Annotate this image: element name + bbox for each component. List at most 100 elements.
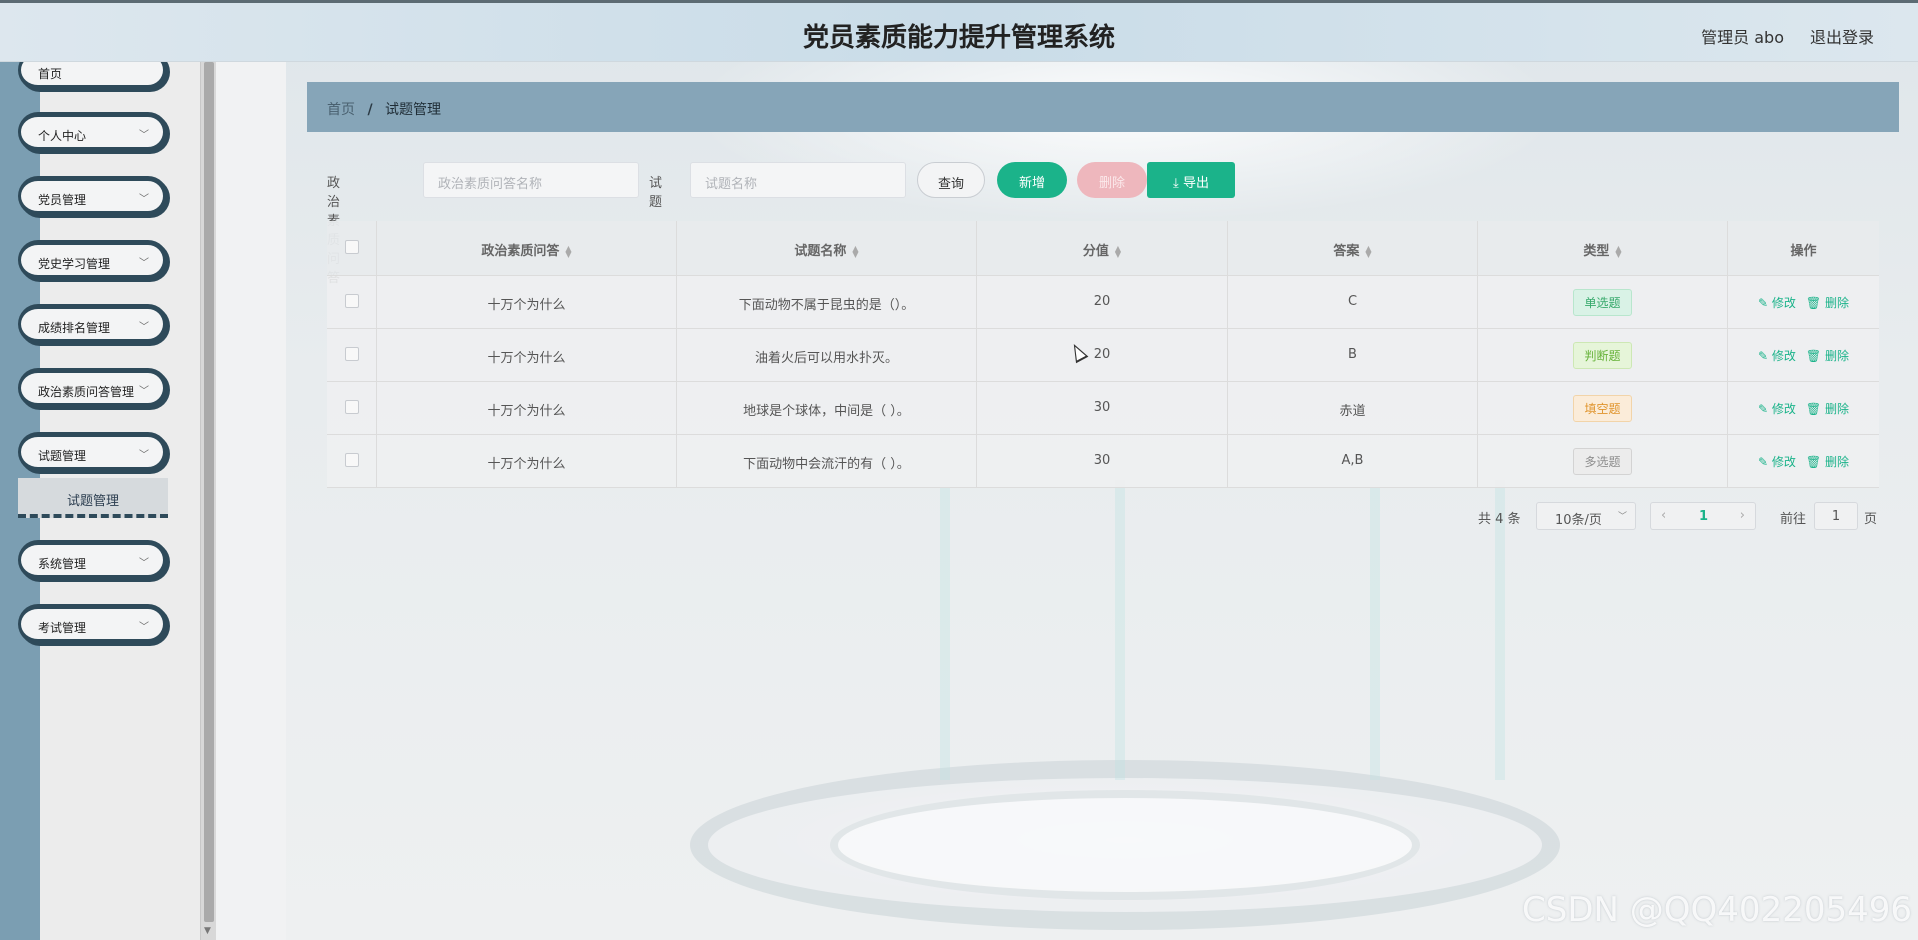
sidebar-item-score-ranking[interactable]: 成绩排名管理 ﹀ <box>18 304 168 344</box>
cell-actions: ✎ 修改 🗑 删除 <box>1728 382 1879 434</box>
cell-name: 地球是个球体，中间是（ ）。 <box>677 382 977 434</box>
export-label: 导出 <box>1182 176 1209 191</box>
cell-actions: ✎ 修改 🗑 删除 <box>1728 435 1879 487</box>
select-all-checkbox[interactable] <box>344 240 359 254</box>
cell-qa: 十万个为什么 <box>377 276 677 328</box>
bg-pillar <box>1370 480 1380 780</box>
edit-button[interactable]: ✎ 修改 <box>1758 349 1796 363</box>
sidebar-scrollbar[interactable]: ▼ <box>200 62 216 940</box>
prev-page-icon[interactable]: ‹ <box>1661 508 1666 523</box>
cell-type: 填空题 <box>1478 382 1728 434</box>
select-all-cell <box>327 221 377 275</box>
export-button[interactable]: ⤓ 导出 <box>1147 162 1235 198</box>
sidebar-item-member-management[interactable]: 党员管理 ﹀ <box>18 176 168 216</box>
sidebar-item-label: 个人中心 <box>38 129 87 143</box>
delete-row-button[interactable]: 🗑 删除 <box>1806 402 1849 416</box>
row-checkbox[interactable] <box>344 294 359 308</box>
sidebar-item-system-management[interactable]: 系统管理 ﹀ <box>18 540 168 580</box>
bg-platform-top <box>830 790 1420 900</box>
cell-name: 下面动物不属于昆虫的是（）。 <box>677 276 977 328</box>
column-header-qa[interactable]: 政治素质问答 ▲ ▼ <box>377 221 677 275</box>
cell-answer: B <box>1228 329 1478 381</box>
cell-type: 多选题 <box>1478 435 1728 487</box>
edit-button[interactable]: ✎ 修改 <box>1758 402 1796 416</box>
chevron-down-icon: ﹀ <box>139 386 149 397</box>
sidebar-item-label: 首页 <box>38 67 63 81</box>
table-row: 十万个为什么 下面动物不属于昆虫的是（）。 20 C 单选题 ✎ 修改 🗑 删除 <box>327 276 1879 329</box>
table-row: 十万个为什么 下面动物中会流汗的有（ ）。 30 A,B 多选题 ✎ 修改 🗑 删… <box>327 435 1879 488</box>
delete-button[interactable]: 删除 <box>1077 162 1147 198</box>
bg-pillar <box>1115 480 1125 780</box>
question-filter-label: 试题 <box>649 176 663 210</box>
sort-icon[interactable]: ▲ ▼ <box>565 244 571 258</box>
cell-qa: 十万个为什么 <box>377 435 677 487</box>
type-tag: 判断题 <box>1573 342 1632 369</box>
cell-actions: ✎ 修改 🗑 删除 <box>1728 276 1879 328</box>
sidebar-item-label: 党史学习管理 <box>38 257 111 271</box>
query-button[interactable]: 查询 <box>917 162 985 198</box>
current-page[interactable]: 1 <box>1699 509 1708 524</box>
chevron-down-icon: ﹀ <box>139 258 149 269</box>
cell-qa: 十万个为什么 <box>377 382 677 434</box>
current-user: 管理员 abo <box>1701 28 1784 47</box>
content-left-strip <box>216 62 286 940</box>
type-tag: 填空题 <box>1573 395 1632 422</box>
trash-icon: 🗑 <box>1805 455 1822 469</box>
edit-button[interactable]: ✎ 修改 <box>1758 455 1796 469</box>
pager-controls: ‹ 1 › <box>1650 502 1756 530</box>
chevron-down-icon: ﹀ <box>139 622 149 633</box>
table-row: 十万个为什么 地球是个球体，中间是（ ）。 30 赤道 填空题 ✎ 修改 🗑 删除 <box>327 382 1879 435</box>
cell-score: 30 <box>977 382 1228 434</box>
scroll-down-arrow-icon[interactable]: ▼ <box>204 926 211 936</box>
sort-icon[interactable]: ▲ ▼ <box>1115 244 1121 258</box>
sidebar-item-label: 成绩排名管理 <box>38 321 111 335</box>
top-header: 党员素质能力提升管理系统 管理员 abo 退出登录 <box>0 0 1918 62</box>
sidebar-item-label: 试题管理 <box>38 449 87 463</box>
add-button[interactable]: 新增 <box>997 162 1067 198</box>
cell-name: 油着火后可以用水扑灭。 <box>677 329 977 381</box>
row-checkbox[interactable] <box>344 347 359 361</box>
column-header-type[interactable]: 类型 ▲ ▼ <box>1478 221 1728 275</box>
edit-icon: ✎ <box>1758 296 1769 310</box>
delete-row-button[interactable]: 🗑 删除 <box>1806 296 1849 310</box>
row-select-cell <box>327 276 377 328</box>
sidebar-item-party-history[interactable]: 党史学习管理 ﹀ <box>18 240 168 280</box>
edit-icon: ✎ <box>1758 349 1769 363</box>
total-count: 共 4 条 <box>1478 512 1521 527</box>
qa-search-input[interactable]: 政治素质问答名称 <box>423 162 639 198</box>
column-header-answer[interactable]: 答案 ▲ ▼ <box>1228 221 1478 275</box>
goto-page-input[interactable]: 1 <box>1814 502 1858 530</box>
breadcrumb-separator: / <box>367 102 373 118</box>
scrollbar-thumb[interactable] <box>204 62 214 922</box>
sidebar-item-political-qa[interactable]: 政治素质问答管理 ﹀ <box>18 368 168 408</box>
breadcrumb-home[interactable]: 首页 <box>327 102 355 118</box>
row-checkbox[interactable] <box>344 400 359 414</box>
download-icon: ⤓ <box>1173 176 1183 191</box>
breadcrumb: 首页 / 试题管理 <box>307 82 1899 132</box>
next-page-icon[interactable]: › <box>1740 508 1745 523</box>
sidebar-item-question-management[interactable]: 试题管理 ﹀ <box>18 432 168 472</box>
cell-score: 20 <box>977 329 1228 381</box>
row-checkbox[interactable] <box>344 453 359 467</box>
column-header-actions: 操作 <box>1790 244 1817 259</box>
sidebar-item-exam-management[interactable]: 考试管理 ﹀ <box>18 604 168 644</box>
column-header-score[interactable]: 分值 ▲ ▼ <box>977 221 1228 275</box>
row-select-cell <box>327 382 377 434</box>
question-search-input[interactable]: 试题名称 <box>690 162 906 198</box>
delete-row-button[interactable]: 🗑 删除 <box>1806 455 1849 469</box>
sidebar-item-personal-center[interactable]: 个人中心 ﹀ <box>18 112 168 152</box>
sort-icon[interactable]: ▲ ▼ <box>1365 244 1371 258</box>
submenu-item-question-management[interactable]: 试题管理 <box>18 478 168 518</box>
sidebar-item-label: 政治素质问答管理 <box>38 385 135 399</box>
sort-icon[interactable]: ▲ ▼ <box>852 244 858 258</box>
cell-score: 20 <box>977 276 1228 328</box>
edit-icon: ✎ <box>1758 402 1769 416</box>
edit-button[interactable]: ✎ 修改 <box>1758 296 1796 310</box>
cell-answer: A,B <box>1228 435 1478 487</box>
delete-row-button[interactable]: 🗑 删除 <box>1806 349 1849 363</box>
logout-button[interactable]: 退出登录 <box>1810 24 1874 48</box>
sort-icon[interactable]: ▲ ▼ <box>1615 244 1621 258</box>
column-header-name[interactable]: 试题名称 ▲ ▼ <box>677 221 977 275</box>
page-size-select[interactable]: 10条/页 ﹀ <box>1536 502 1636 530</box>
trash-icon: 🗑 <box>1805 296 1822 310</box>
